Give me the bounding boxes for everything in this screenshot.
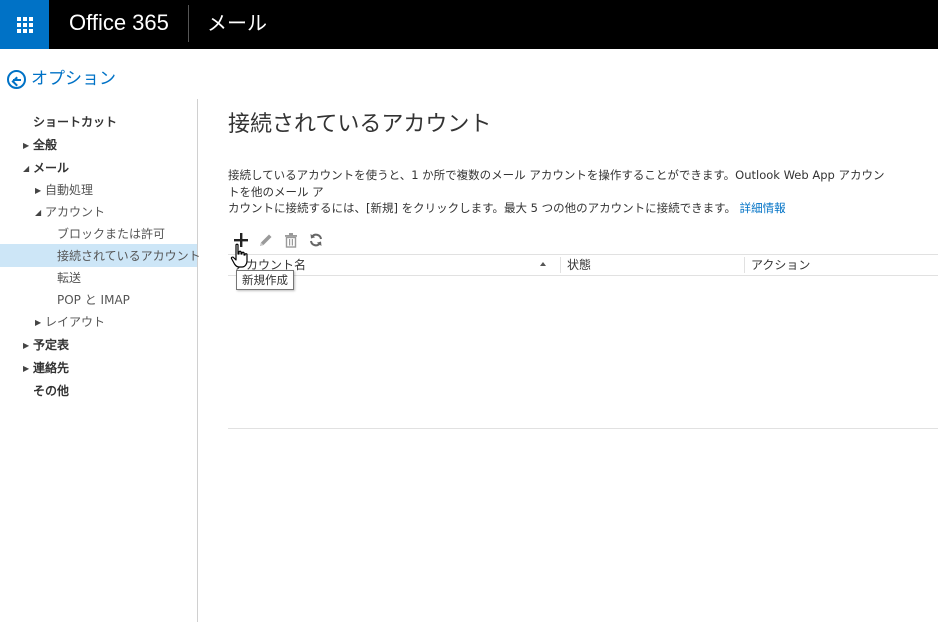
sidebar-item-other[interactable]: その他 (33, 382, 69, 400)
page-description: 接続しているアカウントを使うと、1 か所で複数のメール アカウントを操作すること… (228, 167, 888, 217)
accounts-grid-header: アカウント名 状態 アクション (228, 254, 938, 276)
new-button-tooltip: 新規作成 (236, 270, 294, 290)
grid-bottom-border (228, 428, 938, 429)
sidebar-item-label: その他 (33, 384, 70, 398)
sidebar-item-label: 自動処理 (45, 183, 94, 197)
sidebar-divider (197, 99, 198, 622)
delete-button[interactable] (278, 229, 303, 251)
description-line-1: 接続しているアカウントを使うと、1 か所で複数のメール アカウントを操作すること… (228, 168, 885, 199)
sidebar-item-label: アカウント (45, 205, 106, 219)
pencil-icon (259, 234, 271, 246)
sidebar-item-calendar[interactable]: ▶ 予定表 (23, 336, 69, 355)
sidebar-item-label: ショートカット (33, 115, 118, 129)
more-info-link[interactable]: 詳細情報 (740, 201, 786, 215)
app-name[interactable]: メール (207, 10, 267, 36)
caret-right-icon: ▶ (23, 141, 30, 150)
brand-title[interactable]: Office 365 (69, 9, 169, 37)
sidebar-item-label: ブロックまたは許可 (57, 227, 166, 241)
column-header-action[interactable]: アクション (745, 255, 938, 275)
column-header-label: 状態 (567, 258, 592, 272)
edit-button[interactable] (253, 229, 278, 251)
sidebar-item-pop-imap[interactable]: POP と IMAP (57, 291, 130, 309)
caret-right-icon: ▶ (23, 364, 30, 373)
sort-ascending-icon (540, 262, 546, 266)
caret-right-icon: ▶ (35, 186, 42, 195)
column-header-status[interactable]: 状態 (561, 255, 744, 275)
sidebar-item-label: レイアウト (45, 315, 106, 329)
app-launcher-button[interactable] (0, 0, 49, 49)
sidebar-item-label: 転送 (57, 271, 82, 285)
header-divider (188, 5, 189, 42)
description-line-2: カウントに接続するには、[新規] をクリックします。最大 5 つの他のアカウント… (228, 201, 736, 215)
sidebar-item-automatic-processing[interactable]: ▶ 自動処理 (35, 181, 93, 200)
sidebar-item-forwarding[interactable]: 転送 (57, 269, 81, 287)
sidebar-item-connected-accounts[interactable]: 接続されているアカウント (57, 247, 201, 265)
sidebar-item-layout[interactable]: ▶ レイアウト (35, 313, 105, 332)
sidebar-item-general[interactable]: ▶ 全般 (23, 136, 57, 155)
sidebar-item-label: 連絡先 (33, 361, 70, 375)
back-arrow-circle-icon (7, 69, 26, 89)
sidebar-item-label: 接続されているアカウント (57, 249, 201, 263)
caret-right-icon: ▶ (35, 318, 42, 327)
page-title: 接続されているアカウント (228, 112, 492, 137)
waffle-icon (16, 16, 33, 33)
top-bar: Office 365 メール (0, 0, 938, 49)
refresh-icon (309, 233, 322, 247)
sidebar-item-contacts[interactable]: ▶ 連絡先 (23, 359, 69, 378)
sidebar-item-block-or-allow[interactable]: ブロックまたは許可 (57, 225, 165, 243)
hand-cursor-icon (230, 243, 248, 268)
caret-down-icon: ◢ (23, 164, 30, 173)
sidebar-item-label: メール (33, 161, 70, 175)
sidebar-item-accounts[interactable]: ◢ アカウント (35, 203, 105, 222)
caret-right-icon: ▶ (23, 341, 30, 350)
caret-down-icon: ◢ (35, 208, 42, 217)
sidebar-item-label: 全般 (33, 138, 58, 152)
sidebar-item-mail[interactable]: ◢ メール (23, 159, 69, 178)
sidebar-item-shortcuts[interactable]: ショートカット (33, 113, 117, 131)
trash-icon (284, 233, 297, 248)
back-label: オプション (31, 69, 116, 89)
sidebar-item-label: 予定表 (33, 338, 70, 352)
refresh-button[interactable] (303, 229, 328, 251)
back-to-options-link[interactable]: オプション (7, 68, 116, 90)
column-header-label: アクション (751, 258, 811, 272)
sidebar-item-label: POP と IMAP (57, 293, 130, 307)
